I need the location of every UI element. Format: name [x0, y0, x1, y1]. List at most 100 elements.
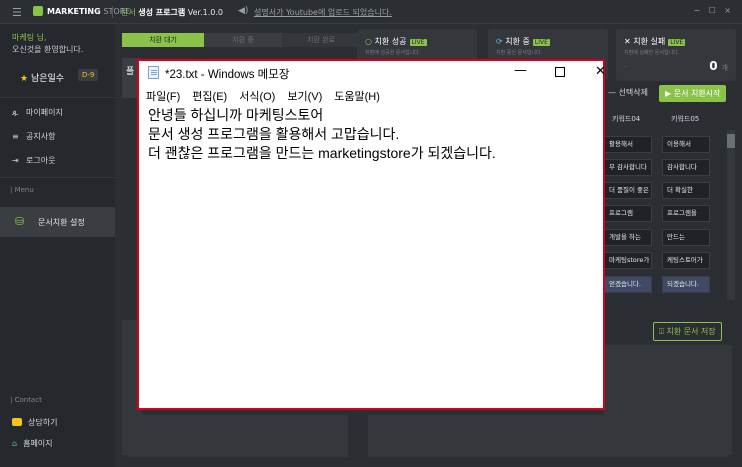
- contact-item-homepage[interactable]: ⌂ 홈페이지: [12, 438, 53, 449]
- app-logo: MARKETING STORE: [47, 7, 130, 16]
- table-cell[interactable]: 활용해서: [604, 136, 652, 153]
- notepad-titlebar: *23.txt - Windows 메모장 — ✕: [139, 61, 606, 85]
- card-value: 0개: [709, 59, 728, 73]
- contact-section-label: | Contact: [10, 396, 42, 404]
- contact-item-chat[interactable]: 상담하기: [12, 417, 57, 428]
- card-subtitle: 치환 중인 문서입니다.: [496, 50, 543, 56]
- divider: [112, 6, 113, 18]
- card-subtitle: 치환에 성공한 문서입니다.: [365, 50, 421, 56]
- logo-text: MARKETING: [47, 7, 101, 16]
- download-icon: ⍗: [659, 327, 664, 336]
- logo-icon: [33, 6, 43, 16]
- notepad-window: *23.txt - Windows 메모장 — ✕ 파일(F) 편집(E) 서식(O…: [137, 59, 606, 410]
- circle-icon: ○: [365, 37, 372, 46]
- text-line: 문서 생성 프로그램을 활용해서 고맙습니다.: [148, 126, 400, 142]
- log-panel: [128, 415, 348, 457]
- notepad-title: *23.txt - Windows 메모장: [165, 69, 290, 81]
- menu-edit[interactable]: 편집(E): [192, 91, 227, 103]
- list-icon: ≡: [12, 132, 19, 141]
- scrollbar-thumb[interactable]: [727, 134, 735, 148]
- card-title-text: 치환 중: [505, 37, 530, 46]
- sidebar-item-label: 공지사항: [26, 132, 56, 141]
- sidebar-item-notice[interactable]: ≡ 공지사항: [12, 131, 55, 142]
- home-icon: ⌂: [12, 439, 18, 448]
- card-title: ✕ 치환 실패 LIVE: [624, 36, 686, 47]
- menu-view[interactable]: 보기(V): [287, 91, 322, 103]
- table-cell[interactable]: 이용해서: [662, 136, 710, 153]
- start-replace-button[interactable]: ▶ 문서 치환시작: [659, 85, 727, 102]
- menu-format[interactable]: 서식(O): [239, 91, 275, 103]
- live-badge: LIVE: [532, 39, 550, 46]
- table-cell[interactable]: 더 품질이 좋은: [604, 182, 652, 199]
- speaker-icon: ◀): [238, 6, 249, 16]
- person-icon: ዹ: [12, 108, 18, 117]
- x-icon: ✕: [624, 37, 631, 46]
- sidebar-item-label: 로그아웃: [26, 156, 56, 165]
- app-title-name: 생성 프로그램: [138, 8, 186, 17]
- live-badge: LIVE: [409, 39, 427, 46]
- app-titlebar: ☰ MARKETING STORE 문서 생성 프로그램 Ver.1.0.0 ◀…: [0, 0, 742, 24]
- close-button[interactable]: ✕: [595, 64, 606, 79]
- app-version: Ver.1.0.0: [187, 8, 224, 17]
- sidebar-item-label: 문서치환 설정: [38, 218, 85, 227]
- divider: [0, 177, 115, 178]
- remaining-days: ★ 남은일수: [20, 71, 64, 84]
- refresh-icon: ⟳: [496, 37, 503, 46]
- remaining-days-label: 남은일수: [30, 74, 65, 84]
- app-title: 문서 생성 프로그램 Ver.1.0.0: [121, 7, 223, 18]
- table-cell[interactable]: 더 확실한: [662, 182, 710, 199]
- days-badge: D-9: [78, 69, 99, 81]
- table-cell[interactable]: 얻겠습니다.: [604, 276, 652, 293]
- live-badge: LIVE: [668, 39, 686, 46]
- divider: [0, 97, 115, 98]
- menu-section-label: | Menu: [10, 186, 34, 194]
- card-value-number: 0: [709, 59, 718, 73]
- contact-item-label: 홈페이지: [23, 439, 53, 448]
- save-document-label: 치환 문서 저장: [666, 327, 716, 336]
- table-cell[interactable]: 무 감사합니다: [604, 159, 652, 176]
- database-icon: ⛁: [15, 215, 25, 228]
- sidebar-item-mypage[interactable]: ዹ 마이페이지: [12, 107, 63, 118]
- sidebar-item-logout[interactable]: ⇥ 로그아웃: [12, 155, 55, 166]
- sidebar-item-label: 마이페이지: [26, 108, 63, 117]
- notice-link[interactable]: 설명서가 Youtube에 업로드 되었습니다.: [254, 7, 392, 18]
- start-replace-label: 문서 치환시작: [673, 89, 721, 98]
- card-title-text: 치환 성공: [374, 37, 407, 46]
- step-in-progress: 치환 중: [204, 33, 282, 47]
- table-cell[interactable]: 프로그램: [604, 205, 652, 222]
- contact-item-label: 상담하기: [28, 418, 58, 427]
- step-waiting: 치환 대기: [122, 33, 204, 47]
- log-panel: [368, 415, 728, 457]
- logout-icon: ⇥: [12, 156, 19, 165]
- app-title-prefix: 문서: [121, 8, 136, 17]
- folder-panel-label: 폴: [126, 67, 135, 77]
- table-cell[interactable]: 케팅스토어가: [662, 252, 710, 269]
- play-icon: ▶: [665, 89, 672, 98]
- table-cell[interactable]: 개발을 하는: [604, 229, 652, 246]
- save-document-button[interactable]: ⍗ 치환 문서 저장: [653, 322, 722, 341]
- table-cell[interactable]: 되겠습니다.: [662, 276, 710, 293]
- delete-selected-button[interactable]: — 선택삭제: [608, 87, 648, 98]
- table-cell[interactable]: 감사합니다: [662, 159, 710, 176]
- card-dash: -: [624, 63, 627, 71]
- column-header: 키워드04: [612, 115, 641, 123]
- table-cell[interactable]: 만드는: [662, 229, 710, 246]
- menu-help[interactable]: 도움말(H): [334, 91, 380, 103]
- sidebar-item-document-replace[interactable]: ⛁ 문서치환 설정: [0, 207, 115, 237]
- maximize-button[interactable]: [555, 67, 565, 77]
- notepad-text-area[interactable]: 안녕들 하십니까 마케팅스토어 문서 생성 프로그램을 활용해서 고맙습니다. …: [148, 106, 496, 163]
- table-scrollbar[interactable]: [727, 130, 735, 300]
- text-line: 더 괜찮은 프로그램을 만드는 marketingstore가 되겠습니다.: [148, 145, 496, 161]
- table-cell[interactable]: 마케팅store가: [604, 252, 652, 269]
- menu-file[interactable]: 파일(F): [146, 91, 180, 103]
- greeting-message: 오신것을 환영합니다.: [12, 45, 84, 54]
- card-title: ○ 치환 성공 LIVE: [365, 36, 427, 47]
- hamburger-icon[interactable]: ☰: [12, 6, 22, 19]
- window-controls[interactable]: − ☐ ×: [693, 6, 734, 15]
- card-title-text: 치환 실패: [633, 37, 666, 46]
- notepad-menubar: 파일(F) 편집(E) 서식(O) 보기(V) 도움말(H): [146, 88, 392, 104]
- card-title: ⟳ 치환 중 LIVE: [496, 36, 550, 47]
- column-header: 키워드05: [671, 115, 700, 123]
- minimize-button[interactable]: —: [514, 63, 527, 78]
- table-cell[interactable]: 프로그램을: [662, 205, 710, 222]
